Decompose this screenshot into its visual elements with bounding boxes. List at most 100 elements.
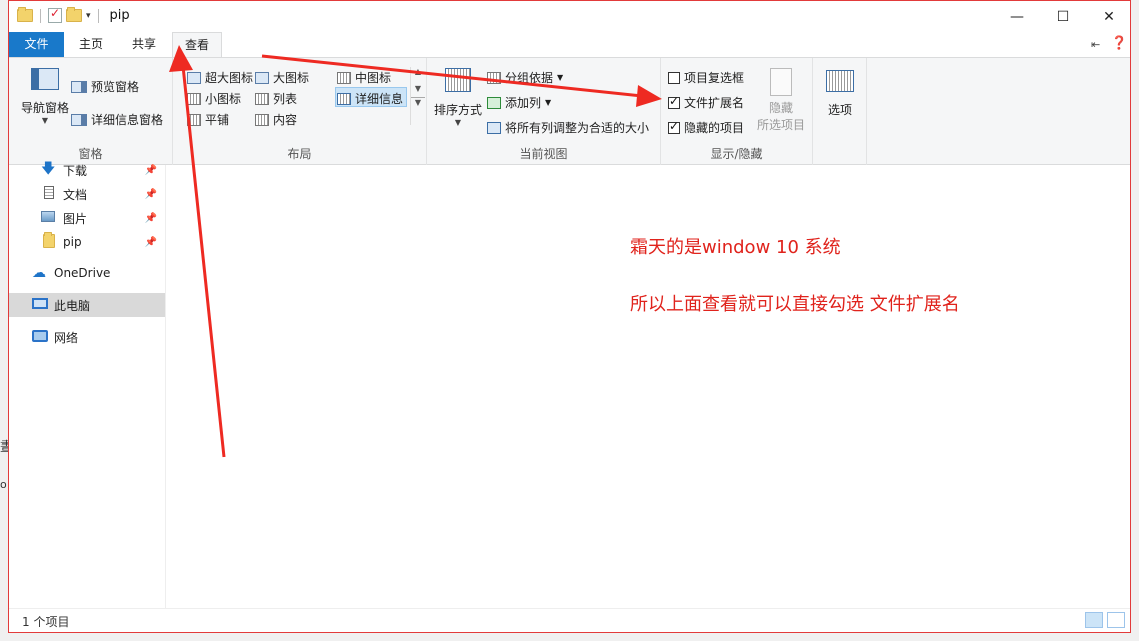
divider: [97, 8, 99, 23]
layout-label: 大图标: [273, 71, 310, 85]
chevron-down-icon: ▼: [545, 98, 552, 107]
ribbon: 导航窗格 ▼ 预览窗格 详细信息窗格 窗格 超大图标 大图标 中图标 小图标 列…: [9, 57, 1130, 165]
pin-icon[interactable]: 📌: [145, 213, 157, 224]
ribbon-group-show-hide: 项目复选框 文件扩展名 隐藏的项目 隐藏 所选项目 显示/隐藏: [661, 58, 813, 165]
new-folder-icon[interactable]: [66, 7, 82, 22]
size-all-columns-button[interactable]: 将所有列调整为合适的大小: [487, 119, 649, 136]
options-label: 选项: [827, 103, 852, 117]
pin-icon[interactable]: 📌: [145, 237, 157, 248]
annotation-text: 霜天的是window 10 系统: [630, 237, 841, 258]
tiles-icon: [187, 113, 201, 126]
add-column-icon: [487, 96, 501, 109]
options-button[interactable]: 选项: [817, 70, 863, 118]
size-columns-icon: [487, 121, 501, 134]
document-icon: [44, 186, 57, 202]
pin-icon[interactable]: 📌: [145, 189, 157, 200]
file-extensions-toggle[interactable]: 文件扩展名: [668, 94, 744, 111]
close-button[interactable]: ✕: [1086, 1, 1130, 32]
nav-item-label: 图片: [63, 211, 88, 226]
group-by-label: 分组依据: [505, 71, 554, 85]
file-extensions-checkbox[interactable]: [668, 94, 680, 109]
navigation-pane-button[interactable]: 导航窗格 ▼: [15, 68, 75, 125]
item-checkboxes-toggle[interactable]: 项目复选框: [668, 69, 744, 86]
group-by-button[interactable]: 分组依据 ▼: [487, 69, 563, 86]
group-by-icon: [487, 71, 501, 84]
layout-medium-icons[interactable]: 中图标: [337, 69, 391, 86]
network-icon: [32, 329, 48, 345]
layout-large-icons[interactable]: 大图标: [255, 69, 309, 86]
pin-icon[interactable]: 📌: [145, 165, 157, 176]
nav-item-onedrive[interactable]: ☁ OneDrive: [9, 261, 165, 285]
layout-label: 内容: [273, 113, 298, 127]
status-bar: 1 个项目: [9, 608, 1130, 632]
ribbon-group-layout: 超大图标 大图标 中图标 小图标 列表 详细信息 平铺 内容 ▲ ▼ ▼ 布局: [173, 58, 427, 165]
window-title: pip: [109, 8, 130, 23]
item-checkboxes-label: 项目复选框: [684, 71, 745, 85]
details-pane-icon: [71, 113, 87, 126]
tab-share[interactable]: 共享: [121, 32, 167, 57]
layout-label: 中图标: [355, 71, 392, 85]
computer-icon: [32, 298, 48, 312]
hidden-items-label: 隐藏的项目: [684, 121, 745, 135]
folder-icon: [17, 7, 33, 22]
scroll-down-icon[interactable]: ▼: [411, 84, 425, 93]
layout-small-icons[interactable]: 小图标: [187, 90, 241, 107]
chevron-down-icon: ▼: [454, 118, 462, 127]
title-bar: ▾ pip — ☐ ✕: [9, 1, 1130, 32]
details-pane-label: 详细信息窗格: [91, 113, 164, 127]
group-label: 显示/隐藏: [710, 147, 763, 161]
list-icon: [255, 92, 269, 105]
nav-item-documents[interactable]: 文档 📌: [9, 182, 165, 206]
customize-toolbar-icon[interactable]: ▾: [86, 11, 91, 21]
hidden-items-toggle[interactable]: 隐藏的项目: [668, 119, 744, 136]
expand-gallery-icon[interactable]: ▼: [411, 97, 425, 107]
nav-item-downloads[interactable]: 🡇 下载 📌: [9, 158, 165, 182]
group-label: 当前视图: [519, 147, 568, 161]
maximize-button[interactable]: ☐: [1040, 1, 1086, 32]
scroll-up-icon[interactable]: ▲: [411, 67, 425, 76]
sort-by-icon: [445, 68, 471, 92]
nav-item-label: 此电脑: [54, 298, 91, 313]
help-icon[interactable]: ❓: [1111, 36, 1127, 51]
tab-view[interactable]: 查看: [172, 32, 222, 57]
explorer-window: ▾ pip — ☐ ✕ 文件 主页 共享 查看 ⇤ ❓ 导航窗格 ▼ 预览窗格: [8, 0, 1131, 633]
details-pane-button[interactable]: 详细信息窗格: [71, 111, 163, 128]
nav-item-network[interactable]: 网络: [9, 325, 165, 349]
divider: [40, 8, 41, 23]
cloud-icon: ☁: [32, 265, 46, 281]
sort-by-button[interactable]: 排序方式 ▼: [431, 68, 485, 127]
layout-details[interactable]: 详细信息: [337, 90, 403, 107]
nav-item-pictures[interactable]: 图片 📌: [9, 206, 165, 230]
tab-file[interactable]: 文件: [9, 32, 64, 57]
preview-pane-button[interactable]: 预览窗格: [71, 78, 139, 95]
file-list-area[interactable]: 霜天的是window 10 系统 所以上面查看就可以直接勾选 文件扩展名: [166, 165, 1130, 609]
pin-ribbon-icon[interactable]: ⇤: [1091, 38, 1100, 51]
group-label: 布局: [287, 147, 312, 161]
file-extensions-label: 文件扩展名: [684, 96, 745, 110]
tab-home[interactable]: 主页: [68, 32, 114, 57]
properties-icon[interactable]: [48, 6, 62, 23]
annotation-text: 所以上面查看就可以直接勾选 文件扩展名: [630, 294, 960, 315]
size-all-columns-label: 将所有列调整为合适的大小: [505, 121, 650, 135]
item-checkboxes-checkbox[interactable]: [668, 71, 680, 84]
minimize-button[interactable]: —: [994, 1, 1040, 32]
layout-tiles[interactable]: 平铺: [187, 111, 229, 128]
download-icon: 🡇: [41, 161, 56, 177]
medium-icons-icon: [337, 71, 351, 84]
pictures-icon: [41, 211, 57, 225]
hidden-items-checkbox[interactable]: [668, 119, 680, 134]
add-column-label: 添加列: [505, 96, 542, 110]
layout-content[interactable]: 内容: [255, 111, 297, 128]
hide-selected-items-button[interactable]: 隐藏 所选项目: [753, 68, 809, 133]
navigation-pane-icon: [31, 68, 59, 90]
details-view-button[interactable]: [1085, 612, 1103, 628]
add-column-button[interactable]: 添加列 ▼: [487, 94, 551, 111]
nav-item-label: pip: [63, 235, 82, 249]
nav-item-this-pc[interactable]: 此电脑: [9, 293, 165, 317]
layout-list[interactable]: 列表: [255, 90, 297, 107]
large-icons-view-button[interactable]: [1107, 612, 1125, 628]
nav-item-pip[interactable]: pip 📌: [9, 230, 165, 254]
layout-extra-large-icons[interactable]: 超大图标: [187, 69, 253, 86]
ribbon-group-options: 选项: [813, 58, 867, 165]
layout-gallery-scroll[interactable]: ▲ ▼ ▼: [410, 67, 425, 125]
